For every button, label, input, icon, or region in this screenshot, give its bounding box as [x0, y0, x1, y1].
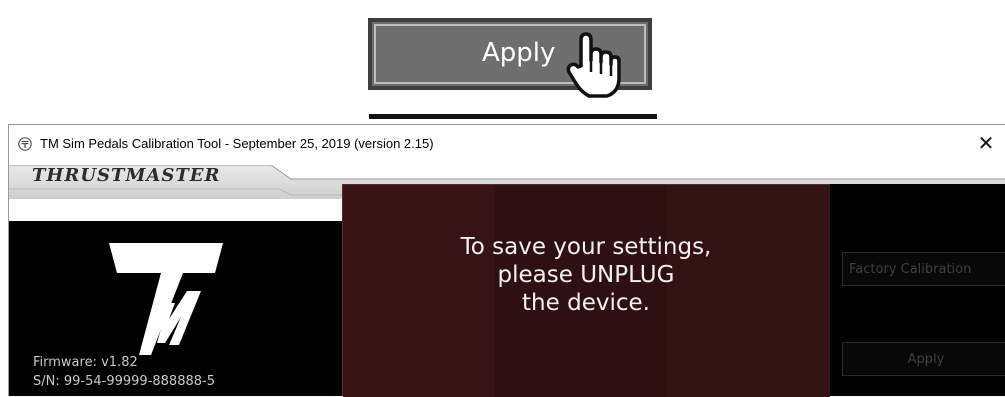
actions-panel: Factory Calibration Apply [830, 184, 1005, 396]
title-bar: TM Sim Pedals Calibration Tool - Septemb… [9, 125, 1005, 165]
app-icon [18, 137, 32, 151]
serial-number: S/N: 99-54-99999-888888-5 [33, 374, 215, 389]
apply-button[interactable]: Apply [842, 342, 1005, 376]
close-icon: ✕ [977, 131, 995, 155]
calibration-tool-window: TM Sim Pedals Calibration Tool - Septemb… [8, 124, 1005, 397]
thrustmaster-tm-logo [109, 243, 223, 355]
callout-apply-label: Apply [482, 38, 556, 68]
unplug-message-line-2: please UNPLUG [497, 262, 675, 288]
unplug-message-line-1: To save your settings, [460, 234, 712, 260]
firmware-version: Firmware: v1.82 [33, 355, 138, 370]
unplug-message-line-3: the device. [522, 290, 650, 316]
unplug-message: To save your settings, please UNPLUG the… [342, 233, 830, 317]
callout-divider-line [369, 114, 657, 119]
main-content: Firmware: v1.82 S/N: 99-54-99999-888888-… [9, 184, 1005, 397]
thrustmaster-brand-logo: THRUSTMASTER [32, 165, 221, 186]
factory-calibration-button[interactable]: Factory Calibration [842, 252, 1005, 286]
window-title: TM Sim Pedals Calibration Tool - Septemb… [40, 136, 434, 151]
manual-top-text [0, 0, 1005, 14]
hand-pointer-icon [566, 32, 621, 98]
device-info-panel: Firmware: v1.82 S/N: 99-54-99999-888888-… [9, 221, 343, 396]
close-button[interactable]: ✕ [966, 125, 1005, 161]
